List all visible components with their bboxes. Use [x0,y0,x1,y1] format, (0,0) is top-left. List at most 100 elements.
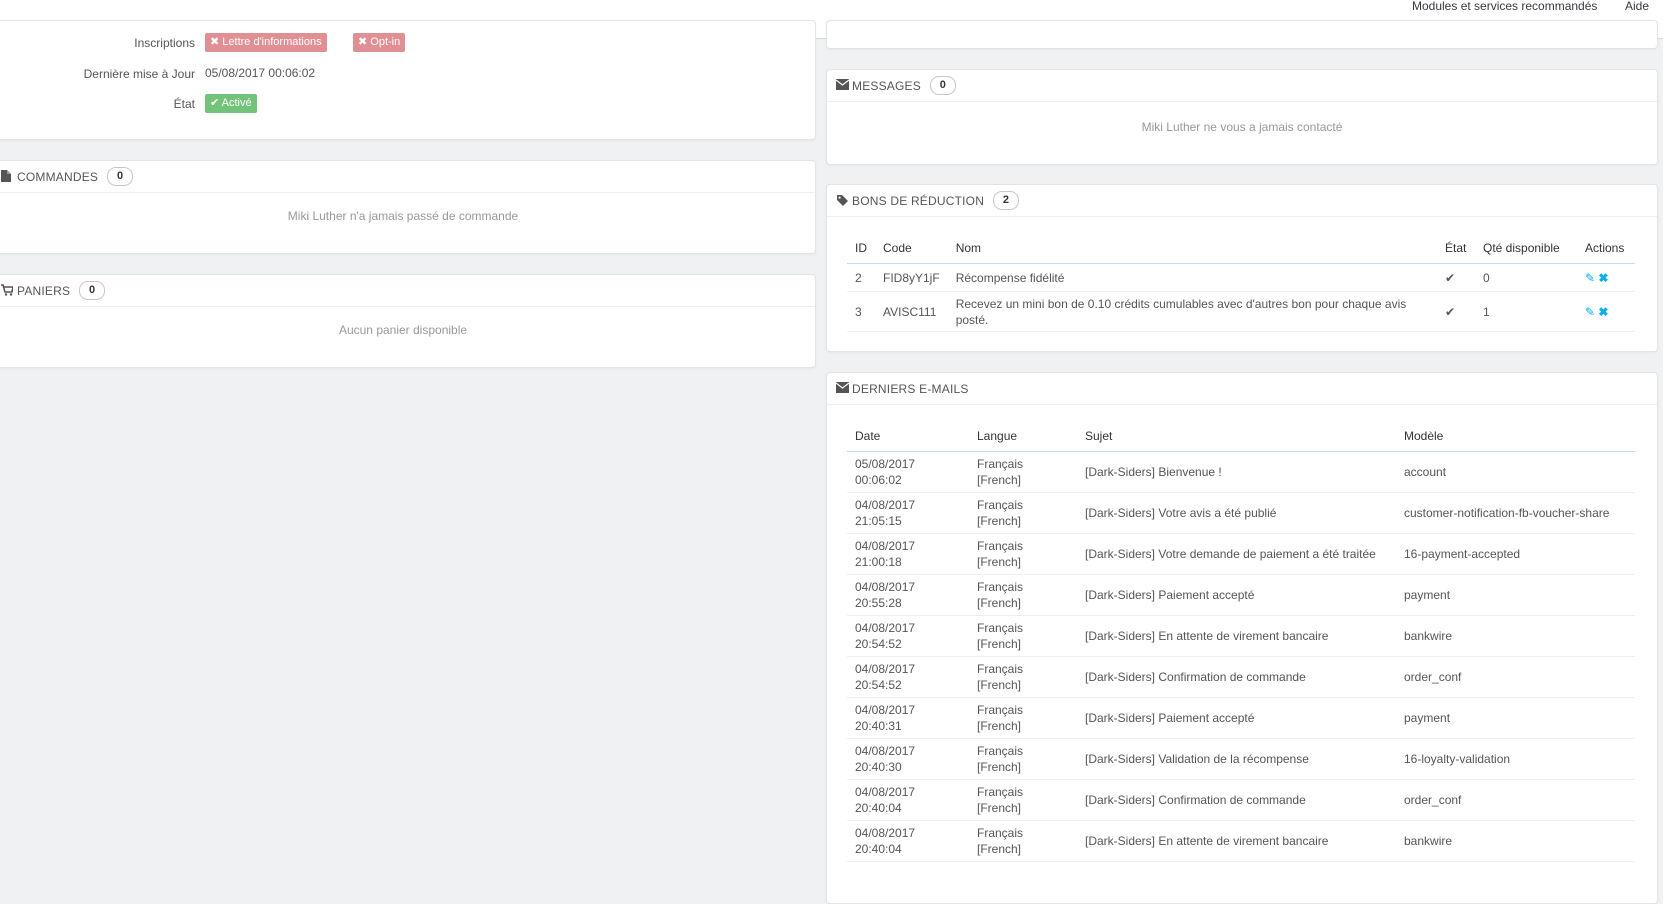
email-row: 04/08/2017 20:55:28 Français [French] [Dark-… [847,574,1635,616]
carts-title: PANIERS [17,283,71,298]
col-state: État [1437,232,1475,264]
recommended-modules-link[interactable]: Modules et services recommandés [1412,0,1597,12]
email-lang: Français [French] [969,492,1077,534]
email-template: payment [1396,574,1635,616]
email-date-time: 20:54:52 [855,637,902,651]
email-lang-code: [French] [977,678,1022,692]
email-date-day: 05/08/2017 [855,457,916,471]
col-template: Modèle [1396,420,1635,452]
vouchers-count-badge: 2 [993,191,1020,210]
email-lang-name: Français [977,580,1024,594]
state-badge: ✔ Activé [205,94,257,113]
customer-info-panel: Inscriptions ✖ Lettre d'informations ✖ O… [0,20,816,140]
emails-panel-header: DERNIERS E-MAILS [827,373,1657,405]
emails-table: Date Langue Sujet Modèle 05/08/2017 00:06… [847,420,1635,862]
emails-header-row: Date Langue Sujet Modèle [847,420,1635,452]
email-subject: [Dark-Siders] En attente de virement ban… [1077,820,1396,862]
edit-icon[interactable]: ✎ [1585,305,1595,319]
email-lang-code: [French] [977,637,1022,651]
emails-title: DERNIERS E-MAILS [852,381,969,396]
email-subject: [Dark-Siders] En attente de virement ban… [1077,615,1396,657]
envelope-icon [835,382,850,395]
email-date-day: 04/08/2017 [855,498,916,512]
email-template: 16-payment-accepted [1396,533,1635,575]
orders-count-badge: 0 [107,167,134,186]
messages-empty-message: Miki Luther ne vous a jamais contacté [1141,120,1343,134]
email-date-time: 21:05:15 [855,514,902,528]
voucher-row: 2 FID8yY1jF Récompense fidélité ✔ 0 ✎ ✖ [847,263,1635,292]
email-lang-code: [French] [977,719,1022,733]
email-template: bankwire [1396,820,1635,862]
envelope-icon [835,79,850,92]
vouchers-panel: BONS DE RÉDUCTION 2 ID Code Nom État Qté… [826,184,1658,352]
email-date: 04/08/2017 20:40:04 [847,779,969,821]
email-date-day: 04/08/2017 [855,539,916,553]
newsletter-badge: ✖ Lettre d'informations [205,33,327,52]
email-lang-name: Français [977,744,1024,758]
delete-icon[interactable]: ✖ [1598,305,1608,319]
email-subject: [Dark-Siders] Votre avis a été publié [1077,492,1396,534]
col-code: Code [875,232,948,264]
email-row: 04/08/2017 20:54:52 Français [French] [Dark-… [847,656,1635,698]
email-subject: [Dark-Siders] Confirmation de commande [1077,656,1396,698]
email-subject: [Dark-Siders] Validation de la récompens… [1077,738,1396,780]
email-date-time: 20:40:30 [855,760,902,774]
messages-panel-header: MESSAGES 0 [827,70,1657,102]
email-date-time: 20:54:52 [855,678,902,692]
delete-icon[interactable]: ✖ [1598,271,1608,285]
email-date-time: 20:40:04 [855,801,902,815]
carts-panel-header: PANIERS 0 [0,275,815,307]
email-row: 04/08/2017 20:40:31 Français [French] [Dark-… [847,697,1635,739]
email-lang: Français [French] [969,533,1077,575]
email-date: 04/08/2017 20:40:04 [847,820,969,862]
check-icon: ✔ [1445,270,1456,285]
email-template: account [1396,451,1635,493]
email-lang-name: Français [977,662,1024,676]
edit-icon[interactable]: ✎ [1585,271,1595,285]
voucher-row: 3 AVISC111 Recevez un mini bon de 0.10 c… [847,291,1635,332]
help-link[interactable]: Aide [1625,0,1649,12]
email-date: 04/08/2017 20:54:52 [847,615,969,657]
email-lang-code: [French] [977,596,1022,610]
email-lang-name: Français [977,498,1024,512]
email-lang-code: [French] [977,760,1022,774]
voucher-qty: 0 [1475,263,1577,292]
messages-title: MESSAGES [852,78,921,93]
email-lang-name: Français [977,621,1024,635]
vouchers-title: BONS DE RÉDUCTION [852,193,985,208]
email-date-time: 21:00:18 [855,555,902,569]
email-template: customer-notification-fb-voucher-share [1396,492,1635,534]
cart-icon [1,284,14,297]
email-date-day: 04/08/2017 [855,785,916,799]
voucher-name: Récompense fidélité [947,263,1437,292]
email-date-time: 20:55:28 [855,596,902,610]
voucher-code: AVISC111 [875,291,948,332]
email-row: 04/08/2017 20:40:04 Français [French] [Dark-… [847,779,1635,821]
voucher-state: ✔ [1437,263,1475,292]
top-right-panel [826,20,1658,49]
last-update-value: 05/08/2017 00:06:02 [205,66,316,80]
email-row: 04/08/2017 20:40:04 Français [French] [Dark-… [847,820,1635,862]
emails-panel: DERNIERS E-MAILS Date Langue Sujet Modèl… [826,372,1658,904]
tag-icon [836,194,849,207]
vouchers-table: ID Code Nom État Qté disponible Actions … [847,232,1635,332]
col-actions: Actions [1577,232,1635,264]
vouchers-header-row: ID Code Nom État Qté disponible Actions [847,232,1635,264]
email-date: 04/08/2017 20:40:31 [847,697,969,739]
email-template: bankwire [1396,615,1635,657]
messages-panel: MESSAGES 0 Miki Luther ne vous a jamais … [826,69,1658,165]
email-date: 04/08/2017 21:05:15 [847,492,969,534]
col-date: Date [847,420,969,452]
email-lang-code: [French] [977,555,1022,569]
optin-badge: ✖ Opt-in [353,33,406,52]
email-subject: [Dark-Siders] Confirmation de commande [1077,779,1396,821]
email-date-day: 04/08/2017 [855,662,916,676]
emails-table-body: 05/08/2017 00:06:02 Français [French] [Dark-… [847,451,1635,862]
state-label: État [173,97,195,111]
email-lang: Français [French] [969,820,1077,862]
email-row: 04/08/2017 20:54:52 Français [French] [Dark-… [847,615,1635,657]
email-date: 04/08/2017 20:40:30 [847,738,969,780]
email-row: 04/08/2017 21:00:18 Français [French] [Dark-… [847,533,1635,575]
voucher-id: 3 [847,291,875,332]
email-date: 04/08/2017 20:55:28 [847,574,969,616]
